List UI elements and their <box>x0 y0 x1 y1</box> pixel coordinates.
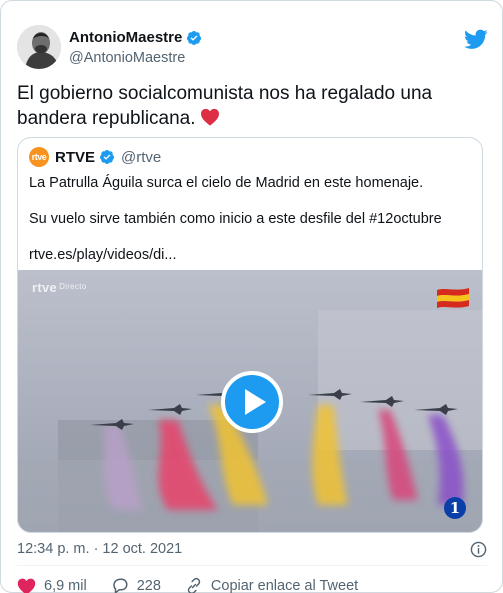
quoted-handle[interactable]: @rtve <box>121 149 161 166</box>
divider <box>17 565 487 566</box>
like-button[interactable]: 6,9 mil <box>17 577 87 593</box>
reply-icon <box>112 578 128 593</box>
like-count: 6,9 mil <box>44 578 87 593</box>
copy-link-label: Copiar enlace al Tweet <box>210 578 359 593</box>
author-name[interactable]: AntonioMaestre <box>69 29 182 47</box>
link-icon <box>187 577 201 593</box>
reply-button[interactable]: 228 <box>111 577 161 593</box>
tweet-header: AntonioMaestre @AntonioMaestre <box>17 25 488 71</box>
tweet-card: AntonioMaestre @AntonioMaestre El gobier… <box>0 0 503 593</box>
twitter-bird-icon[interactable] <box>464 27 488 51</box>
info-icon[interactable] <box>470 541 487 558</box>
play-icon <box>244 389 266 415</box>
play-button[interactable] <box>221 371 283 433</box>
verified-badge-icon <box>100 150 115 165</box>
rtve-avatar[interactable]: rtve <box>29 147 49 167</box>
quoted-line: Su vuelo sirve también como inicio a est… <box>29 211 442 227</box>
reply-count: 228 <box>136 578 161 593</box>
author-handle[interactable]: @AntonioMaestre <box>69 48 202 68</box>
quoted-line: La Patrulla Águila surca el cielo de Mad… <box>29 175 424 191</box>
quoted-text: La Patrulla Águila surca el cielo de Mad… <box>29 174 469 282</box>
channel-badge: 1 <box>444 497 466 519</box>
rtve-watermark: rtve Directo <box>32 280 87 295</box>
tweet-body: El gobierno socialcomunista nos ha regal… <box>17 83 433 129</box>
spain-flag-icon <box>437 288 469 308</box>
action-bar: 6,9 mil 228 Copiar enlace al Tweet <box>17 576 487 593</box>
author-block[interactable]: AntonioMaestre @AntonioMaestre <box>69 29 202 68</box>
quoted-tweet[interactable]: rtve RTVE @rtve La Patrulla Águila surca… <box>17 137 483 533</box>
quoted-link[interactable]: rtve.es/play/videos/di... <box>29 246 469 264</box>
heart-icon <box>17 578 36 593</box>
verified-badge-icon <box>187 31 202 46</box>
quoted-name[interactable]: RTVE <box>55 149 95 166</box>
tweet-text: El gobierno socialcomunista nos ha regal… <box>17 81 487 131</box>
avatar[interactable] <box>17 25 61 69</box>
quoted-header: rtve RTVE @rtve <box>29 147 161 167</box>
timestamp[interactable]: 12:34 p. m. · 12 oct. 2021 <box>17 541 182 557</box>
red-heart-emoji-icon <box>200 108 219 126</box>
copy-link-button[interactable]: Copiar enlace al Tweet <box>185 577 358 593</box>
tweet-meta: 12:34 p. m. · 12 oct. 2021 <box>17 541 487 559</box>
video-player[interactable]: rtve Directo 1 <box>18 270 482 532</box>
